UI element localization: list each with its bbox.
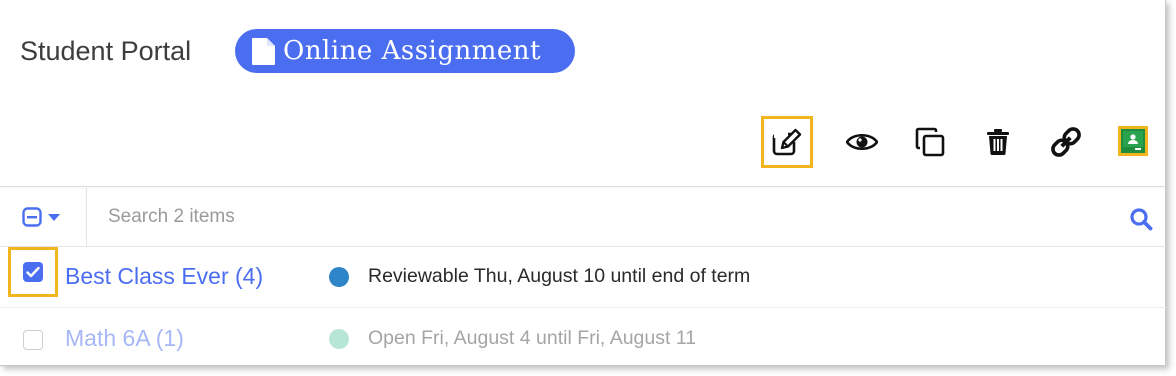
search-bar bbox=[0, 188, 1166, 247]
caret-down-icon bbox=[48, 214, 60, 221]
status-dot bbox=[329, 267, 349, 287]
copy-link-button[interactable] bbox=[1040, 116, 1092, 168]
availability-status: Reviewable Thu, August 10 until end of t… bbox=[368, 265, 751, 287]
edit-icon bbox=[772, 128, 802, 156]
duplicate-button[interactable] bbox=[904, 116, 956, 168]
action-toolbar bbox=[0, 110, 1166, 170]
search-input[interactable] bbox=[108, 202, 1088, 232]
google-classroom-icon bbox=[1121, 129, 1145, 153]
search-divider bbox=[86, 188, 87, 246]
portal-panel: Student Portal Online Assignment Search … bbox=[0, 0, 1166, 366]
page-title: Student Portal bbox=[20, 36, 192, 66]
trash-icon bbox=[987, 129, 1009, 155]
class-row: Best Class Ever (4) Reviewable Thu, Augu… bbox=[0, 247, 1166, 308]
toolbar-divider bbox=[0, 186, 1166, 187]
delete-button[interactable] bbox=[972, 116, 1024, 168]
class-name-link[interactable]: Best Class Ever (4) bbox=[65, 261, 263, 291]
copy-icon bbox=[915, 127, 945, 157]
assignment-type-label: Online Assignment bbox=[283, 36, 541, 66]
checkbox-checked bbox=[23, 262, 43, 282]
link-icon bbox=[1051, 127, 1081, 157]
bulk-select-dropdown[interactable] bbox=[22, 207, 61, 227]
preview-button[interactable] bbox=[836, 116, 888, 168]
class-checkbox[interactable] bbox=[8, 247, 58, 297]
document-icon bbox=[251, 36, 277, 66]
availability-status: Open Fri, August 4 until Fri, August 11 bbox=[368, 327, 697, 349]
minus-square-icon bbox=[22, 207, 42, 227]
class-row: Math 6A (1) Open Fri, August 4 until Fri… bbox=[0, 308, 1166, 368]
edit-button[interactable] bbox=[761, 116, 813, 168]
class-checkbox[interactable] bbox=[23, 330, 43, 350]
status-dot bbox=[329, 329, 349, 349]
eye-icon bbox=[846, 133, 878, 151]
search-icon[interactable] bbox=[1129, 207, 1153, 231]
assignment-type-badge: Online Assignment bbox=[235, 29, 575, 73]
google-classroom-button[interactable] bbox=[1118, 126, 1148, 156]
class-name-link[interactable]: Math 6A (1) bbox=[65, 323, 184, 353]
checkmark-icon bbox=[26, 266, 40, 278]
